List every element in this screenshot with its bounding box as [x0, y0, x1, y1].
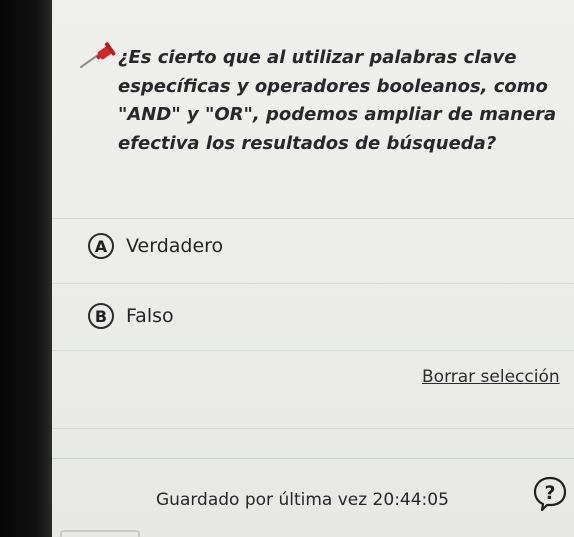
divider — [52, 458, 574, 459]
question-block: ¿Es cierto que al utilizar palabras clav… — [78, 42, 570, 158]
device-bezel — [0, 0, 52, 537]
pushpin-icon — [80, 42, 116, 68]
divider — [52, 428, 574, 429]
option-b-label: Falso — [126, 305, 174, 327]
divider — [52, 283, 574, 284]
bottom-tab — [60, 530, 140, 537]
quiz-screen: ¿Es cierto que al utilizar palabras clav… — [52, 0, 574, 537]
divider — [52, 350, 574, 351]
option-a-radio[interactable]: A — [88, 233, 114, 259]
option-a[interactable]: A Verdadero — [88, 231, 223, 261]
svg-text:?: ? — [544, 482, 555, 504]
divider — [52, 218, 574, 219]
help-question-icon[interactable]: ? — [530, 474, 570, 514]
option-a-label: Verdadero — [126, 235, 224, 257]
question-text: ¿Es cierto que al utilizar palabras clav… — [118, 47, 557, 154]
option-b[interactable]: B Falso — [88, 301, 174, 331]
option-b-radio[interactable]: B — [88, 303, 114, 329]
last-saved-status: Guardado por última vez 20:44:05 — [156, 490, 449, 510]
clear-selection-link[interactable]: Borrar selección — [422, 367, 560, 387]
